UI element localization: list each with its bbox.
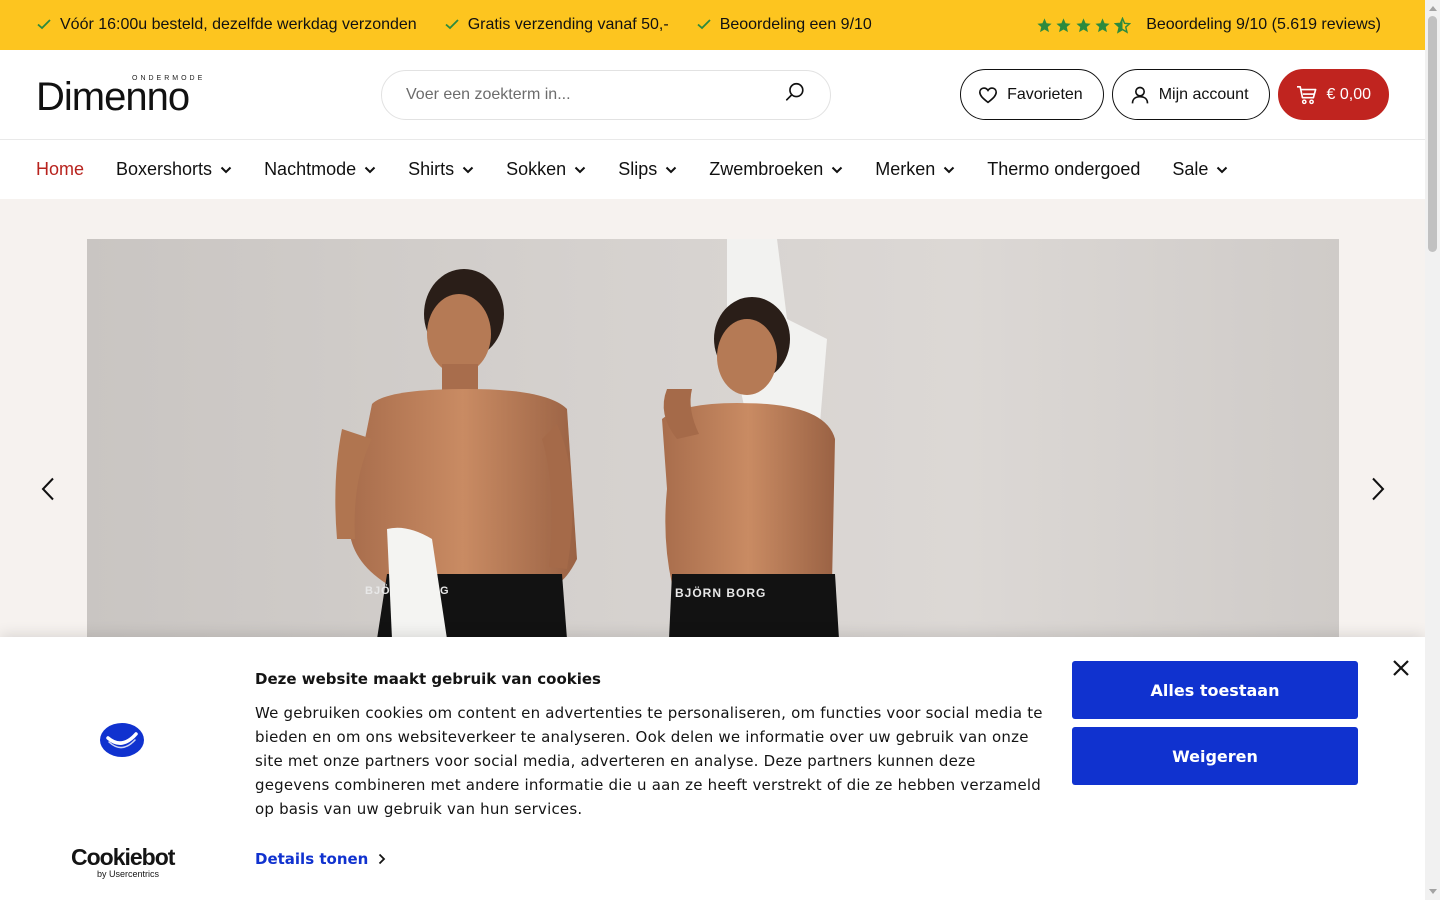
usp-item: Beoordeling een 9/10: [697, 16, 872, 34]
allow-all-button[interactable]: Alles toestaan: [1072, 661, 1358, 719]
cart-icon: [1296, 85, 1316, 104]
nav-label: Slips: [618, 159, 658, 179]
cookiebot-byline: by Usercentrics: [97, 869, 160, 879]
nav-item-sokken[interactable]: Sokken: [506, 159, 586, 180]
details-label: Details tonen: [255, 850, 369, 868]
slider-next-button[interactable]: [1366, 475, 1390, 503]
nav-item-merken[interactable]: Merken: [875, 159, 955, 180]
heart-icon: [979, 86, 998, 103]
nav-item-home[interactable]: Home: [36, 159, 84, 180]
nav-label: Zwembroeken: [709, 159, 824, 179]
rating-text: Beoordeling 9/10 (5.619 reviews): [1146, 16, 1381, 33]
scroll-up-arrow[interactable]: [1429, 6, 1437, 11]
cart-button[interactable]: € 0,00: [1277, 69, 1389, 120]
chevron-down-icon: [220, 166, 232, 173]
logo-wordmark: Dimenno: [36, 74, 190, 119]
logo[interactable]: ONDERMODE Dimenno: [36, 74, 256, 119]
search-bar: [381, 69, 831, 120]
page: Vóór 16:00u besteld, dezelfde werkdag ve…: [0, 0, 1425, 900]
search-icon[interactable]: [784, 81, 806, 108]
nav-label: Home: [36, 159, 85, 179]
main-nav: Home Boxershorts Nachtmode Shirts Sokken…: [0, 140, 1425, 199]
usp-text: Beoordeling een 9/10: [719, 16, 872, 33]
check-icon: [445, 17, 459, 34]
star-icon: [1037, 17, 1052, 32]
chevron-right-icon: [1372, 477, 1385, 501]
cookie-text: Deze website maakt gebruik van cookies W…: [255, 670, 1055, 821]
star-icon: [1076, 17, 1091, 32]
chevron-down-icon: [364, 166, 376, 173]
nav-item-shirts[interactable]: Shirts: [408, 159, 474, 180]
nav-label: Sokken: [506, 159, 567, 179]
chevron-down-icon: [832, 166, 843, 173]
chevron-down-icon: [462, 166, 474, 173]
cookiebot-shield-icon: [100, 723, 144, 757]
cookie-banner: Cookiebot by Usercentrics Deze website m…: [0, 637, 1425, 900]
favorites-label: Favorieten: [1007, 85, 1083, 103]
usp-text: Vóór 16:00u besteld, dezelfde werkdag ve…: [60, 16, 417, 33]
site-header: ONDERMODE Dimenno Favorieten Mijn accoun…: [0, 50, 1425, 140]
nav-item-nachtmode[interactable]: Nachtmode: [264, 159, 376, 180]
nav-label: Merken: [875, 159, 936, 179]
close-icon[interactable]: [1392, 659, 1410, 677]
nav-label: Nachtmode: [264, 159, 357, 179]
account-button[interactable]: Mijn account: [1111, 69, 1270, 120]
user-icon: [1131, 86, 1149, 103]
details-toggle-link[interactable]: Details tonen: [255, 850, 386, 868]
usp-text: Gratis verzending vanaf 50,-: [467, 16, 669, 33]
chevron-down-icon: [665, 166, 677, 173]
slider-prev-button[interactable]: [36, 475, 60, 503]
cookiebot-wordmark: Cookiebot: [71, 844, 175, 870]
cookie-body: We gebruiken cookies om content en adver…: [255, 704, 1043, 818]
favorites-button[interactable]: Favorieten: [960, 69, 1104, 120]
rating-stars: [1036, 16, 1134, 34]
header-actions: Favorieten Mijn account € 0,00: [952, 69, 1389, 120]
vertical-scrollbar[interactable]: [1425, 0, 1440, 900]
cookiebot-logo[interactable]: Cookiebot by Usercentrics: [71, 845, 181, 879]
chevron-down-icon: [1217, 166, 1228, 173]
rating-summary[interactable]: Beoordeling 9/10 (5.619 reviews): [1036, 16, 1381, 34]
star-icon: [1095, 17, 1110, 32]
nav-label: Sale: [1172, 159, 1209, 179]
usp-item: Gratis verzending vanaf 50,-: [445, 16, 669, 34]
nav-label: Thermo ondergoed: [987, 159, 1141, 179]
star-icon: [1056, 17, 1071, 32]
chevron-down-icon: [574, 166, 586, 173]
nav-item-boxershorts[interactable]: Boxershorts: [116, 159, 232, 180]
nav-label: Shirts: [408, 159, 455, 179]
chevron-right-icon: [379, 853, 386, 865]
check-icon: [37, 17, 51, 34]
star-half-icon: [1113, 16, 1131, 34]
check-icon: [697, 17, 711, 34]
cookie-title: Deze website maakt gebruik van cookies: [255, 670, 601, 688]
nav-item-thermo-ondergoed[interactable]: Thermo ondergoed: [987, 159, 1140, 180]
nav-item-sale[interactable]: Sale: [1172, 159, 1228, 180]
cart-total: € 0,00: [1326, 85, 1371, 103]
deny-button[interactable]: Weigeren: [1072, 727, 1358, 785]
nav-item-slips[interactable]: Slips: [618, 159, 677, 180]
scroll-down-arrow[interactable]: [1429, 889, 1437, 894]
nav-item-zwembroeken[interactable]: Zwembroeken: [709, 159, 843, 180]
chevron-left-icon: [41, 477, 54, 501]
nav-label: Boxershorts: [116, 159, 213, 179]
scroll-thumb[interactable]: [1428, 16, 1437, 252]
account-label: Mijn account: [1158, 85, 1249, 103]
search-input[interactable]: [406, 85, 784, 104]
chevron-down-icon: [944, 166, 955, 173]
usp-item: Vóór 16:00u besteld, dezelfde werkdag ve…: [37, 16, 417, 34]
waistband-text-right: BJÖRN BORG: [675, 585, 766, 600]
usp-bar: Vóór 16:00u besteld, dezelfde werkdag ve…: [0, 0, 1425, 50]
